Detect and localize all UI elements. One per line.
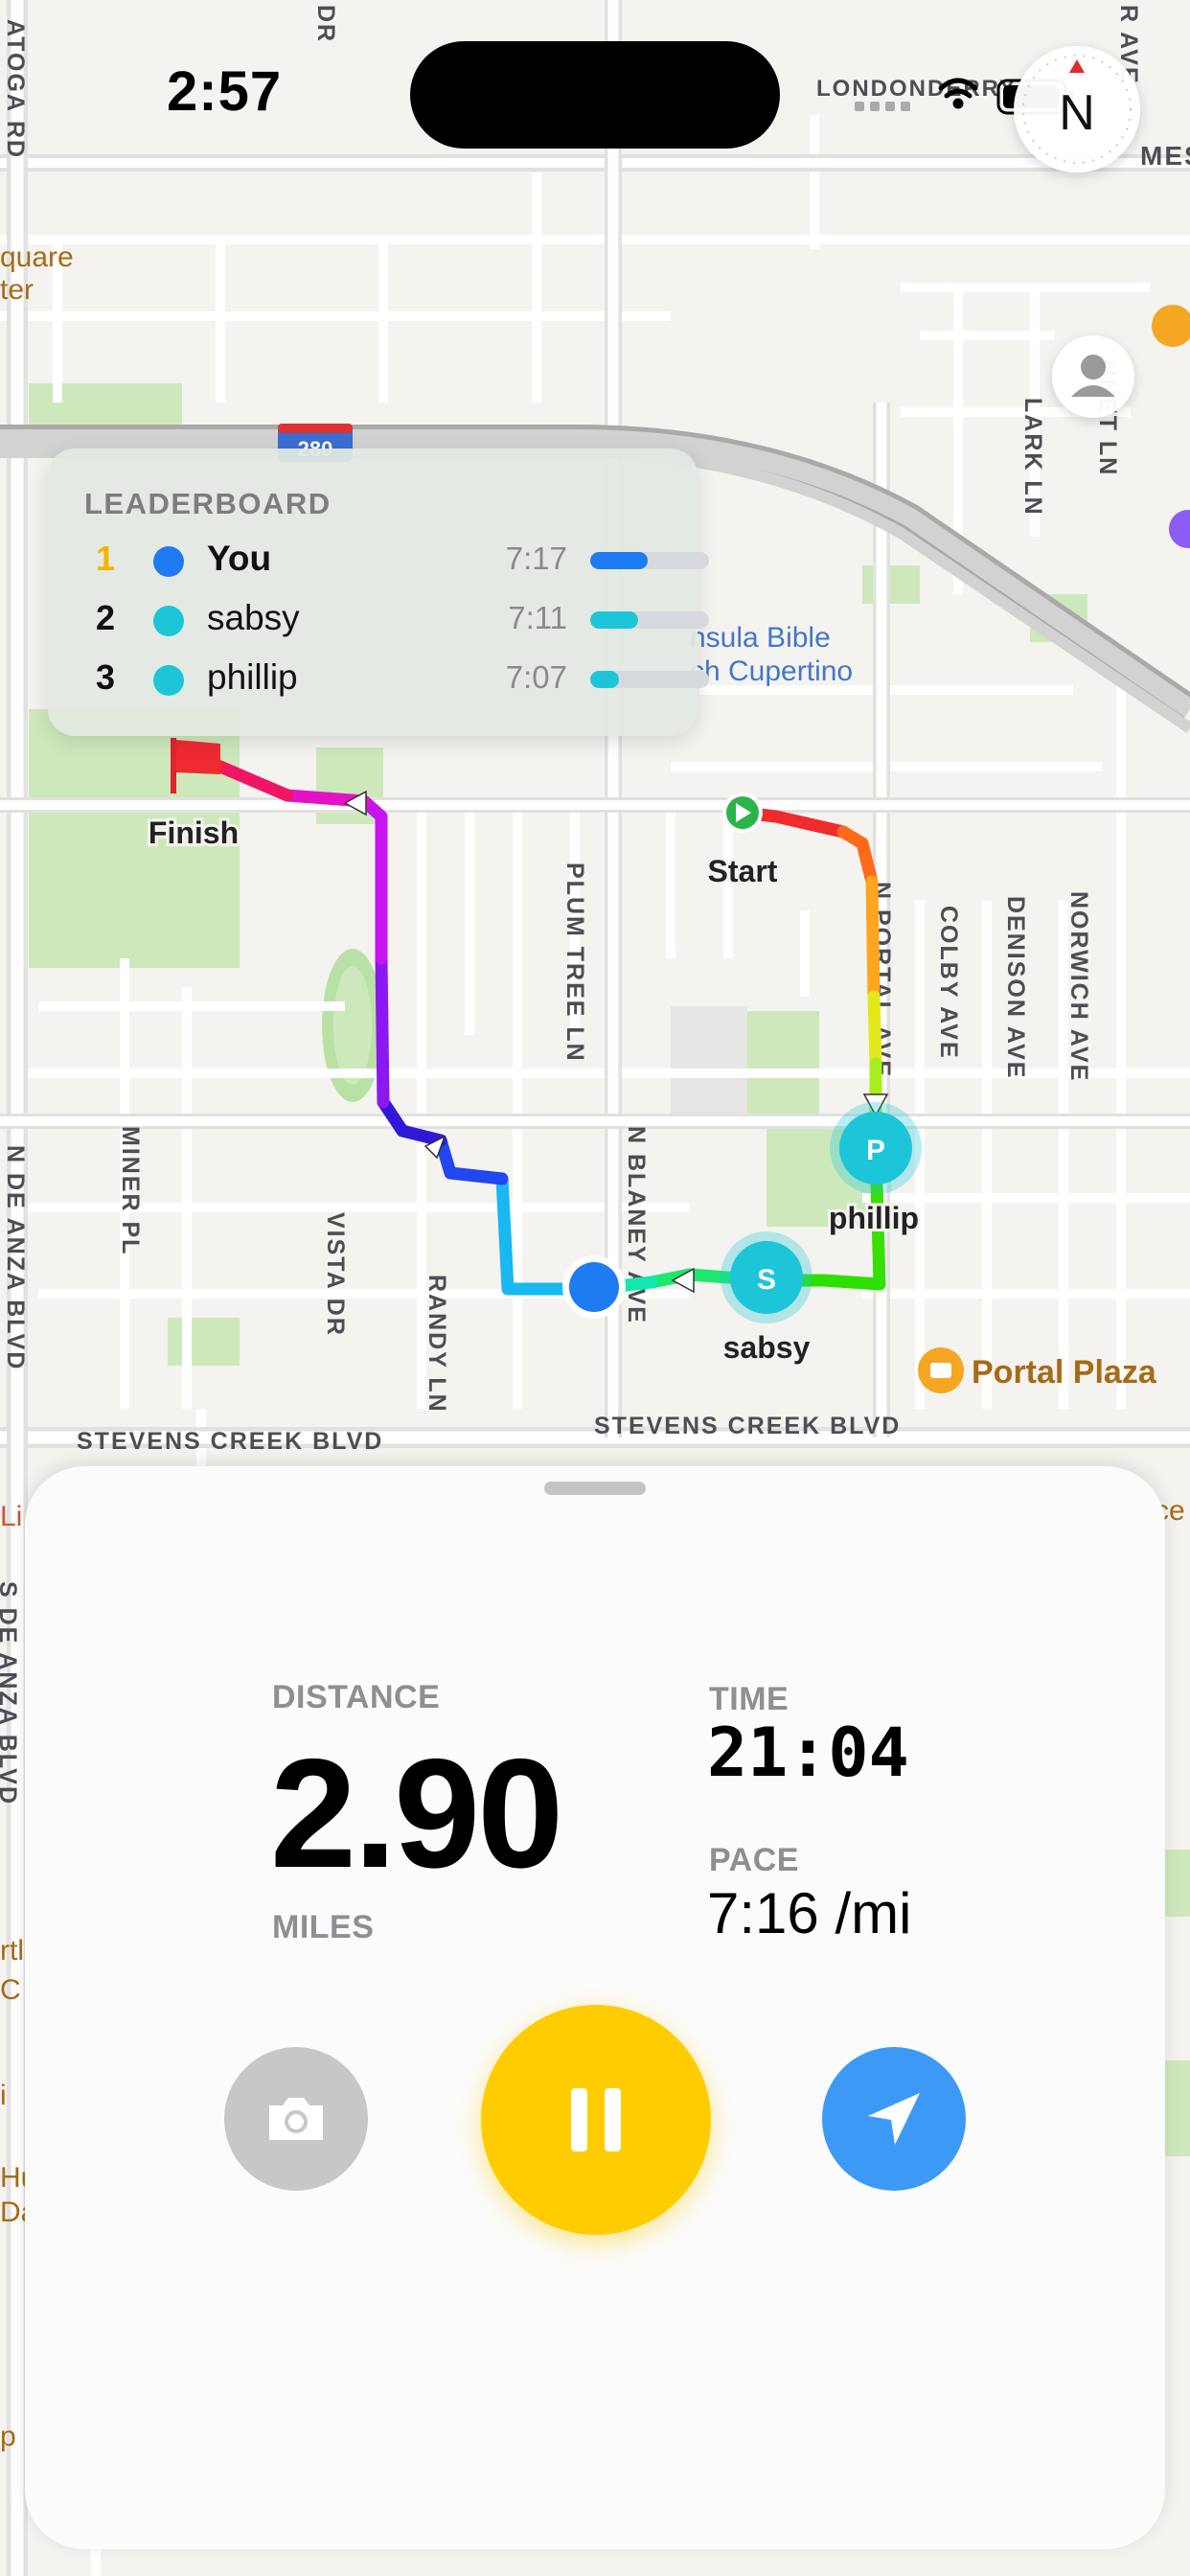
start-icon [722,793,763,833]
leaderboard-progress-bar [590,611,709,629]
leaderboard-rank: 2 [96,598,116,637]
label-n-de-anza-blvd: N DE ANZA BLVD [2,1145,29,1370]
runner-color-dot [153,606,184,636]
phillip-marker[interactable]: P [830,1102,922,1194]
recenter-location-button[interactable] [822,2047,966,2191]
start-label: Start [708,854,778,888]
label-s-de-anza-blvd: S DE ANZA BLVD [0,1581,21,1806]
leaderboard-progress-fill [590,552,648,569]
sabsy-marker[interactable]: S [721,1231,812,1323]
leaderboard-progress-fill [590,671,619,688]
label-norwich-ave: NORWICH AVE [1065,891,1092,1082]
label-li: Li [0,1501,22,1532]
person-icon [1071,355,1115,397]
label-lark-ln: LARK LN [1019,398,1046,517]
portal-plaza-poi[interactable]: Portal Plaza [918,1347,1157,1393]
leaderboard-title: LEADERBOARD [84,487,332,520]
finish-label: Finish [149,816,239,850]
label-portal-plaza: Portal Plaza [972,1354,1157,1391]
camera-button[interactable] [224,2047,368,2191]
label-vista-dr: VISTA DR [322,1212,349,1337]
phillip-initial: P [866,1135,885,1166]
time-value: 21:04 [707,1714,909,1792]
label-denison-ave: DENISON AVE [1002,896,1029,1079]
compass-button[interactable]: N [1014,46,1140,172]
label-quare: quare [0,242,74,273]
camera-icon [269,2098,323,2140]
leaderboard-rank: 3 [96,657,116,697]
label-colby-ave: COLBY AVE [935,906,962,1060]
leaderboard-progress-fill [590,611,638,629]
distance-value: 2.90 [270,1727,563,1900]
wifi-icon [938,78,978,109]
leaderboard-name: sabsy [207,598,300,637]
leaderboard-pace: 7:17 [505,540,567,576]
label-c: C [0,1974,21,2006]
pause-icon [571,2088,621,2151]
label-stevens-creek-left: STEVENS CREEK BLVD [77,1428,383,1455]
status-time: 2:57 [167,60,283,123]
cellular-signal-icon [855,102,910,111]
pause-button[interactable] [481,2005,711,2235]
leaderboard-rank: 1 [96,539,116,578]
label-ter: ter [0,274,34,306]
label-church-line2: ch Cupertino [690,656,853,687]
runner-color-dot [153,665,184,696]
leaderboard-row[interactable]: 1 You 7:17 [48,531,709,590]
label-stevens-creek-right: STEVENS CREEK BLVD [594,1413,901,1439]
label-n-blaney-ave: N BLANEY AVE [623,1126,650,1324]
sheet-grabber[interactable] [544,1482,646,1495]
profile-button[interactable] [1052,335,1134,418]
leaderboard-name: You [207,539,272,578]
leaderboard-progress-bar [590,552,709,569]
pace-label: PACE [709,1842,799,1878]
leaderboard-pace: 7:11 [508,600,567,635]
leaderboard-progress-bar [590,671,709,688]
leaderboard-panel[interactable]: LEADERBOARD 1 You 7:17 2 sabsy 7:11 3 ph… [48,448,709,736]
label-i: i [0,2080,7,2111]
run-screen: 280 STEVENS CREEK BLVD STEVENS CREEK BLV… [0,0,1190,2576]
pace-value: 7:16 /mi [707,1881,912,1945]
label-church-line1: nsula Bible [690,622,831,654]
user-location-dot [562,1255,626,1319]
compass-heading: N [1059,85,1095,141]
distance-label: DISTANCE [272,1679,441,1715]
label-rtl: rtl [0,1935,24,1966]
label-plum-tree-ln: PLUM TREE LN [561,862,588,1063]
label-saratoga-rd: ATOGA RD [2,19,29,159]
location-arrow-icon [868,2093,920,2145]
sabsy-initial: S [757,1264,776,1296]
distance-unit: MILES [272,1909,375,1945]
leaderboard-name: phillip [207,657,298,697]
dynamic-island [410,41,780,149]
label-randy-ln: RANDY LN [423,1275,450,1414]
label-miner-pl: MINER PL [117,1126,144,1255]
phillip-label: phillip [829,1201,919,1235]
label-dr: DR [312,5,339,43]
leaderboard-row[interactable]: 2 sabsy 7:11 [48,590,709,650]
run-stats-sheet[interactable]: DISTANCE 2.90 MILES TIME 21:04 PACE 7:16… [25,1466,1165,2549]
leaderboard-row[interactable]: 3 phillip 7:07 [48,650,709,709]
label-p: p [0,2421,16,2452]
runner-color-dot [153,546,184,577]
sabsy-label: sabsy [723,1330,811,1365]
label-mest: MEST [1140,141,1190,171]
leaderboard-pace: 7:07 [505,659,567,695]
